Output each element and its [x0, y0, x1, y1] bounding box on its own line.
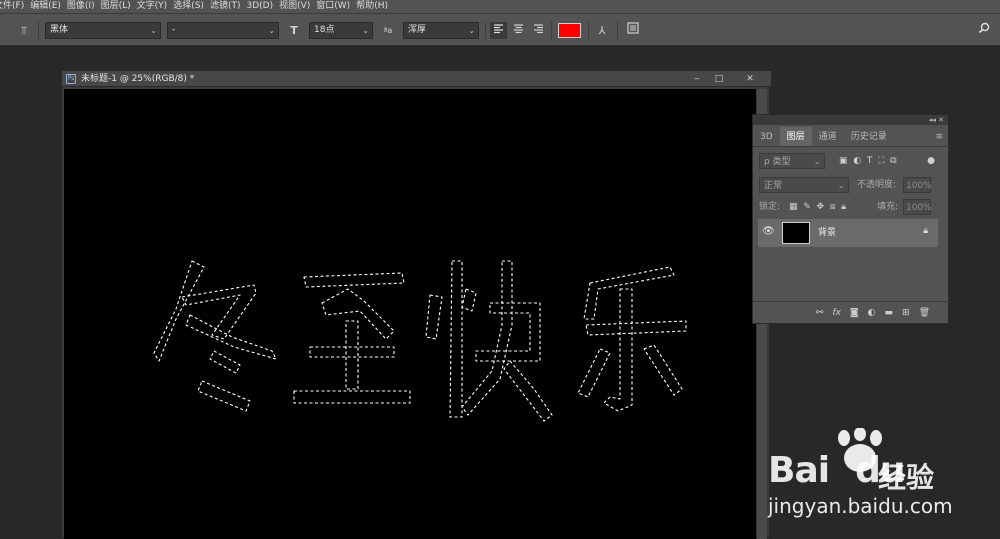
tab-channels[interactable]: 通道	[812, 127, 844, 146]
menu-filter[interactable]: 滤镜(T)	[210, 0, 247, 13]
type-filter-icon[interactable]: T	[867, 156, 873, 166]
menu-layer[interactable]: 图层(L)	[101, 0, 137, 13]
antialias-select[interactable]: 浑厚 ⌄	[403, 22, 479, 39]
antialias-icon: ªa	[383, 26, 393, 35]
antialias-value: 浑厚	[408, 25, 427, 35]
font-family-value: 黑体	[50, 25, 69, 35]
photoshop-file-icon: Ps	[66, 74, 76, 84]
menu-edit[interactable]: 编辑(E)	[30, 0, 67, 13]
lock-artboard-icon[interactable]: ⧈	[830, 202, 836, 212]
panel-collapse-icon[interactable]: ◂◂ ✕	[753, 115, 948, 125]
adjustment-filter-icon[interactable]: ◐	[853, 156, 861, 166]
chevron-down-icon: ⌄	[468, 26, 475, 35]
tab-3d[interactable]: 3D	[753, 127, 780, 146]
font-style-select[interactable]: - ⌄	[167, 22, 279, 39]
panel-tabs: 3D 图层 通道 历史记录 ≡	[753, 127, 950, 147]
warp-text-icon[interactable]: ⅄	[594, 22, 610, 39]
new-layer-icon[interactable]: ⊞	[902, 302, 910, 323]
filter-type-value: ρ 类型	[764, 157, 791, 167]
layer-filter-icons: ▣ ◐ T ⛶ ⧉ ●	[839, 153, 939, 169]
menu-help[interactable]: 帮助(H)	[356, 0, 394, 13]
layer-name: 背景	[818, 228, 837, 238]
trash-icon[interactable]: 🗑︎	[919, 302, 930, 323]
chevron-down-icon: ⌄	[268, 26, 275, 35]
menu-select[interactable]: 选择(S)	[173, 0, 210, 13]
menu-type[interactable]: 文字(Y)	[137, 0, 174, 13]
menu-3d[interactable]: 3D(D)	[246, 0, 279, 13]
menu-view[interactable]: 视图(V)	[279, 0, 316, 13]
chevron-down-icon: ⌄	[813, 157, 821, 167]
baidu-jingyan-watermark: Bai du 经验 jingyan.baidu.com	[760, 428, 990, 528]
font-size-icon: T	[290, 24, 298, 37]
menu-window[interactable]: 窗口(W)	[316, 0, 356, 13]
align-left-icon[interactable]	[490, 22, 507, 39]
eye-icon[interactable]: 👁︎	[762, 226, 775, 237]
document-title: 未标题-1 @ 25%(RGB/8) *	[81, 74, 195, 84]
separator	[485, 22, 486, 39]
lock-icons: ▦ ✎ ✥ ⧈ 🔒︎	[789, 199, 869, 215]
layers-panel: ◂◂ ✕ 3D 图层 通道 历史记录 ≡ ρ 类型 ⌄ ▣ ◐ T ⛶ ⧉ ● …	[752, 114, 950, 324]
align-right-icon[interactable]	[530, 22, 547, 39]
separator	[588, 22, 589, 39]
lock-icon: 🔒︎	[923, 226, 928, 236]
filter-toggle-icon[interactable]: ●	[927, 153, 935, 169]
panel-menu-icon[interactable]: ≡	[928, 127, 950, 146]
close-button[interactable]: ✕	[736, 71, 764, 87]
lock-position-icon[interactable]: ✥	[817, 202, 825, 212]
separator	[38, 22, 39, 39]
menu-image[interactable]: 图像(I)	[67, 0, 101, 13]
chevron-down-icon: ⌄	[150, 26, 157, 35]
group-folder-icon[interactable]: ▬	[885, 302, 894, 323]
watermark-url: jingyan.baidu.com	[768, 494, 953, 518]
layer-filter-select[interactable]: ρ 类型 ⌄	[759, 153, 825, 169]
watermark-cn: 经验	[878, 461, 935, 494]
lock-image-icon[interactable]: ✎	[803, 202, 811, 212]
align-center-icon[interactable]	[510, 22, 527, 39]
font-size-select[interactable]: 18点 ⌄	[309, 22, 373, 39]
lock-transparent-icon[interactable]: ▦	[789, 202, 798, 212]
options-bar: ⫪ 黑体 ⌄ - ⌄ T 18点 ⌄ ªa 浑厚 ⌄ ⅄	[0, 13, 1000, 46]
link-icon[interactable]: ⚯	[816, 302, 824, 323]
layer-row-background[interactable]: 👁︎ 背景 🔒︎	[758, 219, 938, 247]
lock-all-icon[interactable]: 🔒︎	[841, 202, 846, 212]
panel-footer: ⚯ fx ◙ ◐ ▬ ⊞ 🗑︎	[753, 301, 950, 323]
mask-icon[interactable]: ◙	[850, 302, 859, 323]
chevron-down-icon: ⌄	[362, 26, 369, 35]
document-window: Ps 未标题-1 @ 25%(RGB/8) * ‒ □ ✕	[61, 70, 771, 539]
canvas[interactable]	[64, 89, 756, 539]
tab-layers[interactable]: 图层	[779, 127, 812, 146]
opacity-label: 不透明度:	[857, 180, 897, 190]
tab-history[interactable]: 历史记录	[844, 127, 894, 146]
smart-object-filter-icon[interactable]: ⧉	[890, 156, 896, 166]
blend-mode-value: 正常	[764, 181, 783, 191]
minimize-button[interactable]: ‒	[686, 71, 708, 87]
opacity-input[interactable]: 100%	[903, 177, 932, 193]
text-orientation-icon[interactable]: ⫪	[16, 22, 32, 39]
character-panel-icon[interactable]	[624, 22, 641, 39]
text-selection-marquee	[153, 260, 687, 422]
lock-label: 锁定:	[759, 202, 781, 212]
document-tab[interactable]: Ps 未标题-1 @ 25%(RGB/8) * ‒ □ ✕	[62, 71, 771, 87]
image-filter-icon[interactable]: ▣	[839, 156, 848, 166]
layer-thumbnail	[782, 222, 810, 244]
chevron-down-icon: ⌄	[837, 181, 845, 191]
menu-bar: 文件(F) 编辑(E) 图像(I) 图层(L) 文字(Y) 选择(S) 滤镜(T…	[0, 0, 1000, 13]
separator	[617, 22, 618, 39]
blend-mode-select[interactable]: 正常 ⌄	[759, 177, 849, 193]
adjustment-layer-icon[interactable]: ◐	[868, 302, 876, 323]
fill-input[interactable]: 100%	[903, 199, 932, 215]
separator	[551, 22, 552, 39]
maximize-button[interactable]: □	[708, 71, 730, 87]
menu-file[interactable]: 文件(F)	[0, 0, 30, 13]
watermark-brand-bai: Bai	[768, 450, 830, 491]
shape-filter-icon[interactable]: ⛶	[878, 156, 884, 166]
font-style-value: -	[172, 25, 176, 35]
text-color-swatch[interactable]	[558, 23, 581, 38]
fill-label: 填充:	[877, 202, 899, 212]
search-icon[interactable]	[976, 22, 992, 39]
fx-icon[interactable]: fx	[832, 302, 841, 323]
font-family-select[interactable]: 黑体 ⌄	[45, 22, 161, 39]
font-size-value: 18点	[314, 25, 335, 35]
